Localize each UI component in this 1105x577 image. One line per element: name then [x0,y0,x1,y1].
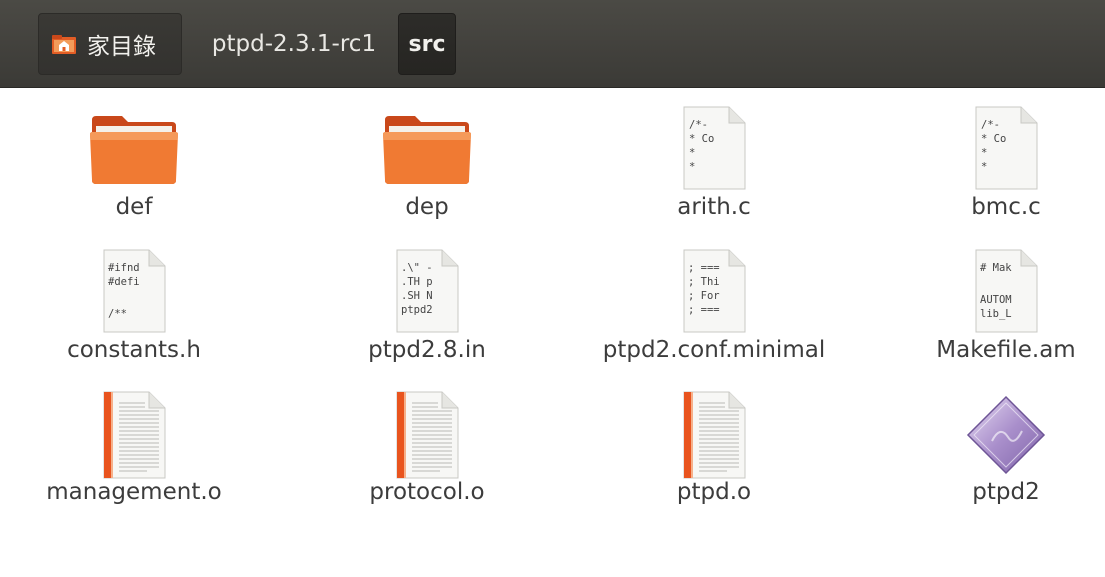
text-file-icon: # Mak AUTOM lib_L [975,249,1038,333]
breadcrumb-current-label: src [408,31,446,57]
text-file-icon: ; === ; Thi ; For ; === [683,249,746,333]
preview-line: * Co [981,133,1006,145]
file-name: dep [405,194,449,220]
file-item-ptpd-o[interactable]: ptpd.o [609,383,819,523]
preview-line: ptpd2 [401,304,433,316]
breadcrumb-parent-button[interactable]: ptpd-2.3.1-rc1 [195,13,393,75]
preview-line: .TH p [401,276,433,288]
breadcrumb-home-label: 家目錄 [87,34,156,60]
preview-line: /*- [689,119,708,131]
breadcrumb-current-button[interactable]: src [398,13,456,75]
file-item-ptpd2-8-in[interactable]: .\" - .TH p .SH N ptpd2 ptpd2.8.in [322,241,532,381]
text-file-icon: /*- * Co * * [683,106,746,190]
preview-line: .\" - [401,262,433,274]
file-item-management-o[interactable]: management.o [29,383,239,523]
path-bar: 家目錄 ptpd-2.3.1-rc1 src [0,0,1105,88]
file-name: protocol.o [369,479,485,505]
text-file-icon: /*- * Co * * [975,106,1038,190]
file-name: ptpd2.8.in [368,337,486,363]
home-folder-icon [52,35,76,54]
file-name: management.o [46,479,222,505]
text-file-icon: .\" - .TH p .SH N ptpd2 [396,249,459,333]
breadcrumb-parent-label: ptpd-2.3.1-rc1 [211,31,377,57]
folder-icon [90,116,178,184]
preview-line: .SH N [401,290,433,302]
preview-line: * [981,147,987,159]
file-item-bmc-c[interactable]: /*- * Co * * bmc.c [901,98,1105,238]
object-file-icon [396,391,459,479]
file-item-makefile-am[interactable]: # Mak AUTOM lib_L Makefile.am [901,241,1105,381]
file-name: ptpd2 [972,479,1040,505]
file-item-ptpd2[interactable]: ptpd2 [901,383,1105,523]
file-name: bmc.c [971,194,1041,220]
object-file-icon [683,391,746,479]
preview-line: * [981,161,987,173]
file-item-def[interactable]: def [29,98,239,238]
folder-icon [383,116,471,184]
file-item-constants-h[interactable]: #ifnd #defi /** constants.h [29,241,239,381]
file-name: Makefile.am [936,337,1076,363]
preview-line: #ifnd [108,262,140,274]
file-item-dep[interactable]: dep [322,98,532,238]
preview-line: AUTOM [980,294,1012,306]
preview-line: * Co [689,133,714,145]
breadcrumb-home-button[interactable]: 家目錄 [38,13,182,75]
preview-line: # Mak [980,262,1012,274]
file-item-ptpd2-conf-minimal[interactable]: ; === ; Thi ; For ; === ptpd2.conf.minim… [571,241,857,381]
preview-line: * [689,161,695,173]
file-item-protocol-o[interactable]: protocol.o [322,383,532,523]
file-item-arith-c[interactable]: /*- * Co * * arith.c [609,98,819,238]
preview-line: /** [108,308,127,320]
text-file-icon: #ifnd #defi /** [103,249,166,333]
preview-line: ; Thi [688,276,720,288]
preview-line: lib_L [980,308,1012,320]
preview-line: #defi [108,276,140,288]
preview-line: /*- [981,119,1000,131]
file-name: arith.c [677,194,751,220]
file-grid: def dep /*- * Co * * arith.c /*- * Co * [0,88,1105,577]
file-name: def [115,194,153,220]
file-name: ptpd2.conf.minimal [602,337,826,363]
preview-line: * [689,147,695,159]
preview-line: ; === [688,262,720,274]
preview-line: ; === [688,304,720,316]
file-name: constants.h [67,337,201,363]
preview-line: ; For [688,290,720,302]
executable-icon [966,395,1046,475]
object-file-icon [103,391,166,479]
file-name: ptpd.o [676,479,752,505]
